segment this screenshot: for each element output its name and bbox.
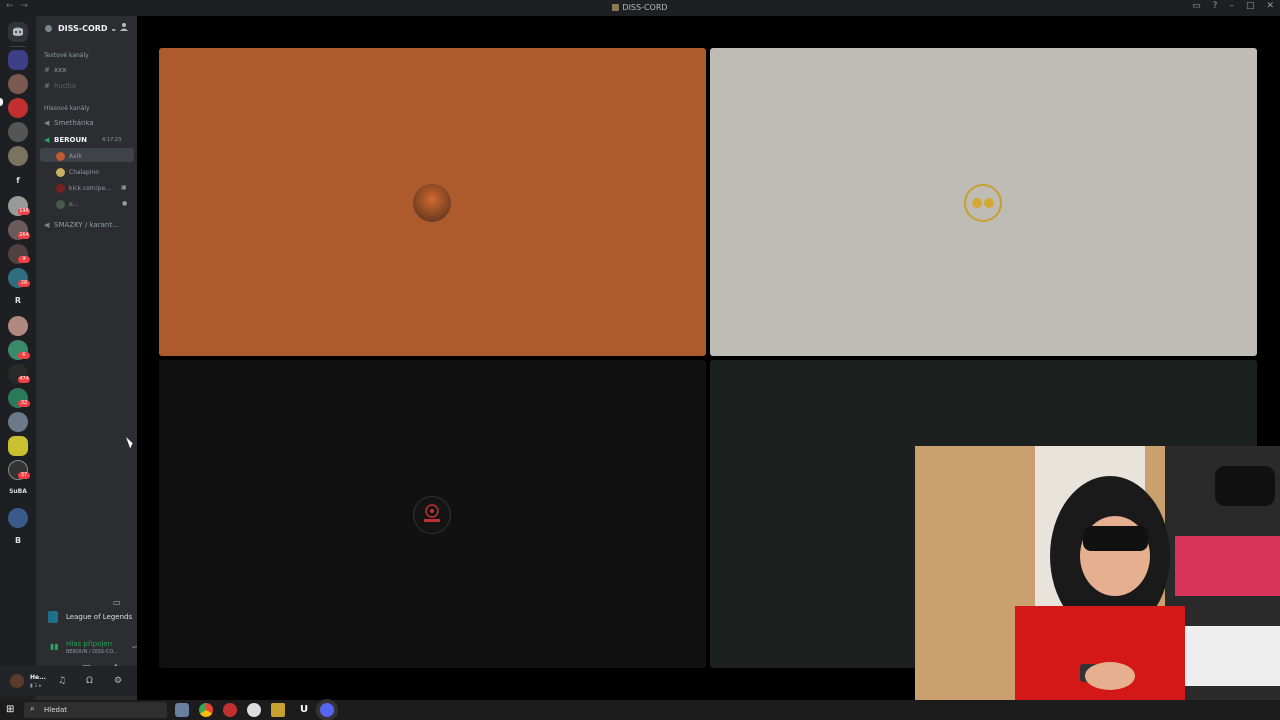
server-folder-icon[interactable] <box>8 50 28 70</box>
rail-divider <box>10 46 26 47</box>
voice-member[interactable]: kick.com/pe... <box>56 184 111 193</box>
speaker-icon: ◀ <box>44 136 50 144</box>
guild-icon <box>45 25 52 32</box>
voice-status[interactable]: Hlas připojen <box>66 640 112 648</box>
close-button[interactable]: ✕ <box>1266 1 1274 11</box>
server-icon[interactable] <box>8 508 28 528</box>
mention-badge: 196 <box>18 208 30 215</box>
mention-badge: 6 <box>18 352 30 359</box>
chevron-down-icon: ⌄ <box>110 24 118 33</box>
taskbar: ⊞ ⌕ Hledat U <box>0 700 1280 720</box>
username[interactable]: He... <box>30 674 46 681</box>
taskbar-app-icon[interactable] <box>247 703 261 717</box>
game-icon <box>48 611 58 623</box>
maximize-button[interactable]: □ <box>1246 1 1255 11</box>
overlay-icon[interactable]: ▭ <box>113 598 121 607</box>
voice-member[interactable]: Axik <box>56 152 82 161</box>
guild-name: DISS-CORD ⌄ <box>58 24 118 33</box>
server-icon[interactable] <box>8 74 28 94</box>
video-tile[interactable] <box>710 48 1257 356</box>
screen-share-icon: ▣ <box>121 184 127 191</box>
server-icon[interactable] <box>8 122 28 142</box>
taskbar-app-icon[interactable]: U <box>297 703 311 717</box>
avatar <box>56 152 65 161</box>
server-rail: f 196 264 9 28 R 6 474 32 37 SuBA B <box>0 16 36 700</box>
server-text-icon[interactable]: B <box>0 536 36 545</box>
windows-icon[interactable]: ⊞ <box>6 704 14 715</box>
participant-avatar <box>413 496 451 534</box>
help-icon[interactable]: ? <box>1213 1 1218 11</box>
search-icon: ⌕ <box>30 704 36 714</box>
server-icon[interactable] <box>8 412 28 432</box>
user-panel: He... ▮ 1 ▸ ♫ Ω ⚙ <box>0 666 137 696</box>
taskbar-app-icon[interactable] <box>271 703 285 717</box>
server-icon[interactable] <box>8 436 28 456</box>
voice-member[interactable]: o... <box>56 200 78 209</box>
server-text-icon[interactable]: f <box>0 176 36 185</box>
speaker-icon: ◀ <box>44 119 50 127</box>
channel-xxx[interactable]: # xxx <box>44 66 134 74</box>
mention-badge: 264 <box>18 232 30 239</box>
mention-badge: 9 <box>18 256 30 263</box>
voice-member[interactable]: Chalapino <box>56 168 99 177</box>
window-title: DISS-CORD <box>0 3 1280 12</box>
participant-avatar <box>413 184 451 222</box>
category-text[interactable]: Textové kanály <box>44 52 89 59</box>
hash-icon: # <box>44 66 50 74</box>
channel-sidebar: DISS-CORD ⌄ Textové kanály # xxx # hudba H… <box>36 16 161 700</box>
webcam-overlay <box>915 446 1280 720</box>
mention-badge: 32 <box>18 400 30 407</box>
signal-icon[interactable]: ▮▮ <box>50 642 59 651</box>
game-title: League of Legends <box>66 613 133 621</box>
guild-header[interactable]: DISS-CORD ⌄ <box>36 16 137 40</box>
discord-taskbar-icon[interactable] <box>320 703 334 717</box>
server-text-icon[interactable]: SuBA <box>0 488 36 495</box>
headphones-icon[interactable]: Ω <box>86 676 93 686</box>
window-title-text: DISS-CORD <box>622 3 668 12</box>
avatar <box>56 168 65 177</box>
user-status: ▮ 1 ▸ <box>30 683 42 689</box>
video-tile[interactable] <box>159 360 706 668</box>
avatar <box>56 184 65 193</box>
inbox-icon[interactable]: ▭ <box>1192 1 1201 11</box>
chrome-icon[interactable] <box>199 703 213 717</box>
taskbar-search[interactable]: ⌕ Hledat <box>24 702 167 718</box>
title-bar: ← → DISS-CORD ▭ ? – □ ✕ <box>0 0 1280 16</box>
participant-avatar <box>964 184 1002 222</box>
avatar <box>56 200 65 209</box>
category-voice[interactable]: Hlasové kanály <box>44 105 90 112</box>
activity-panel[interactable]: League of Legends <box>42 606 134 628</box>
speaker-icon: ◀ <box>44 221 50 229</box>
avatar[interactable] <box>10 674 24 688</box>
gear-icon[interactable]: ⚙ <box>114 676 122 686</box>
channel-hudba[interactable]: # hudba <box>44 82 134 90</box>
microphone-icon[interactable]: ♫ <box>58 676 66 686</box>
search-placeholder: Hledat <box>44 706 67 714</box>
video-tile[interactable] <box>159 48 706 356</box>
unread-pill <box>0 98 3 106</box>
muted-icon: ● <box>122 200 128 207</box>
server-icon[interactable] <box>8 98 28 118</box>
server-icon[interactable] <box>8 316 28 336</box>
add-member-icon[interactable] <box>120 22 130 35</box>
hash-icon: # <box>44 82 50 90</box>
voice-channel-smazky[interactable]: ◀ SMAŽKY / karant... <box>44 221 134 229</box>
voice-channel-path[interactable]: BEROUN / DISS-CO... <box>66 649 118 655</box>
voice-channel-smethanka[interactable]: ◀ Smethánka <box>44 119 134 127</box>
mention-badge: 37 <box>18 472 30 479</box>
taskbar-app-icon[interactable] <box>175 703 189 717</box>
app-icon <box>612 4 620 11</box>
server-icon[interactable] <box>8 146 28 166</box>
mention-badge: 28 <box>18 280 30 287</box>
discord-home-icon[interactable] <box>8 22 28 42</box>
minimize-button[interactable]: – <box>1229 1 1234 11</box>
window-controls: ▭ ? – □ ✕ <box>1192 1 1274 11</box>
active-channel-highlight <box>40 148 134 162</box>
taskbar-app-icon[interactable] <box>223 703 237 717</box>
server-text-icon[interactable]: R <box>0 296 36 305</box>
mention-badge: 474 <box>18 376 30 383</box>
channel-timer: 4:17:23 <box>102 137 122 143</box>
